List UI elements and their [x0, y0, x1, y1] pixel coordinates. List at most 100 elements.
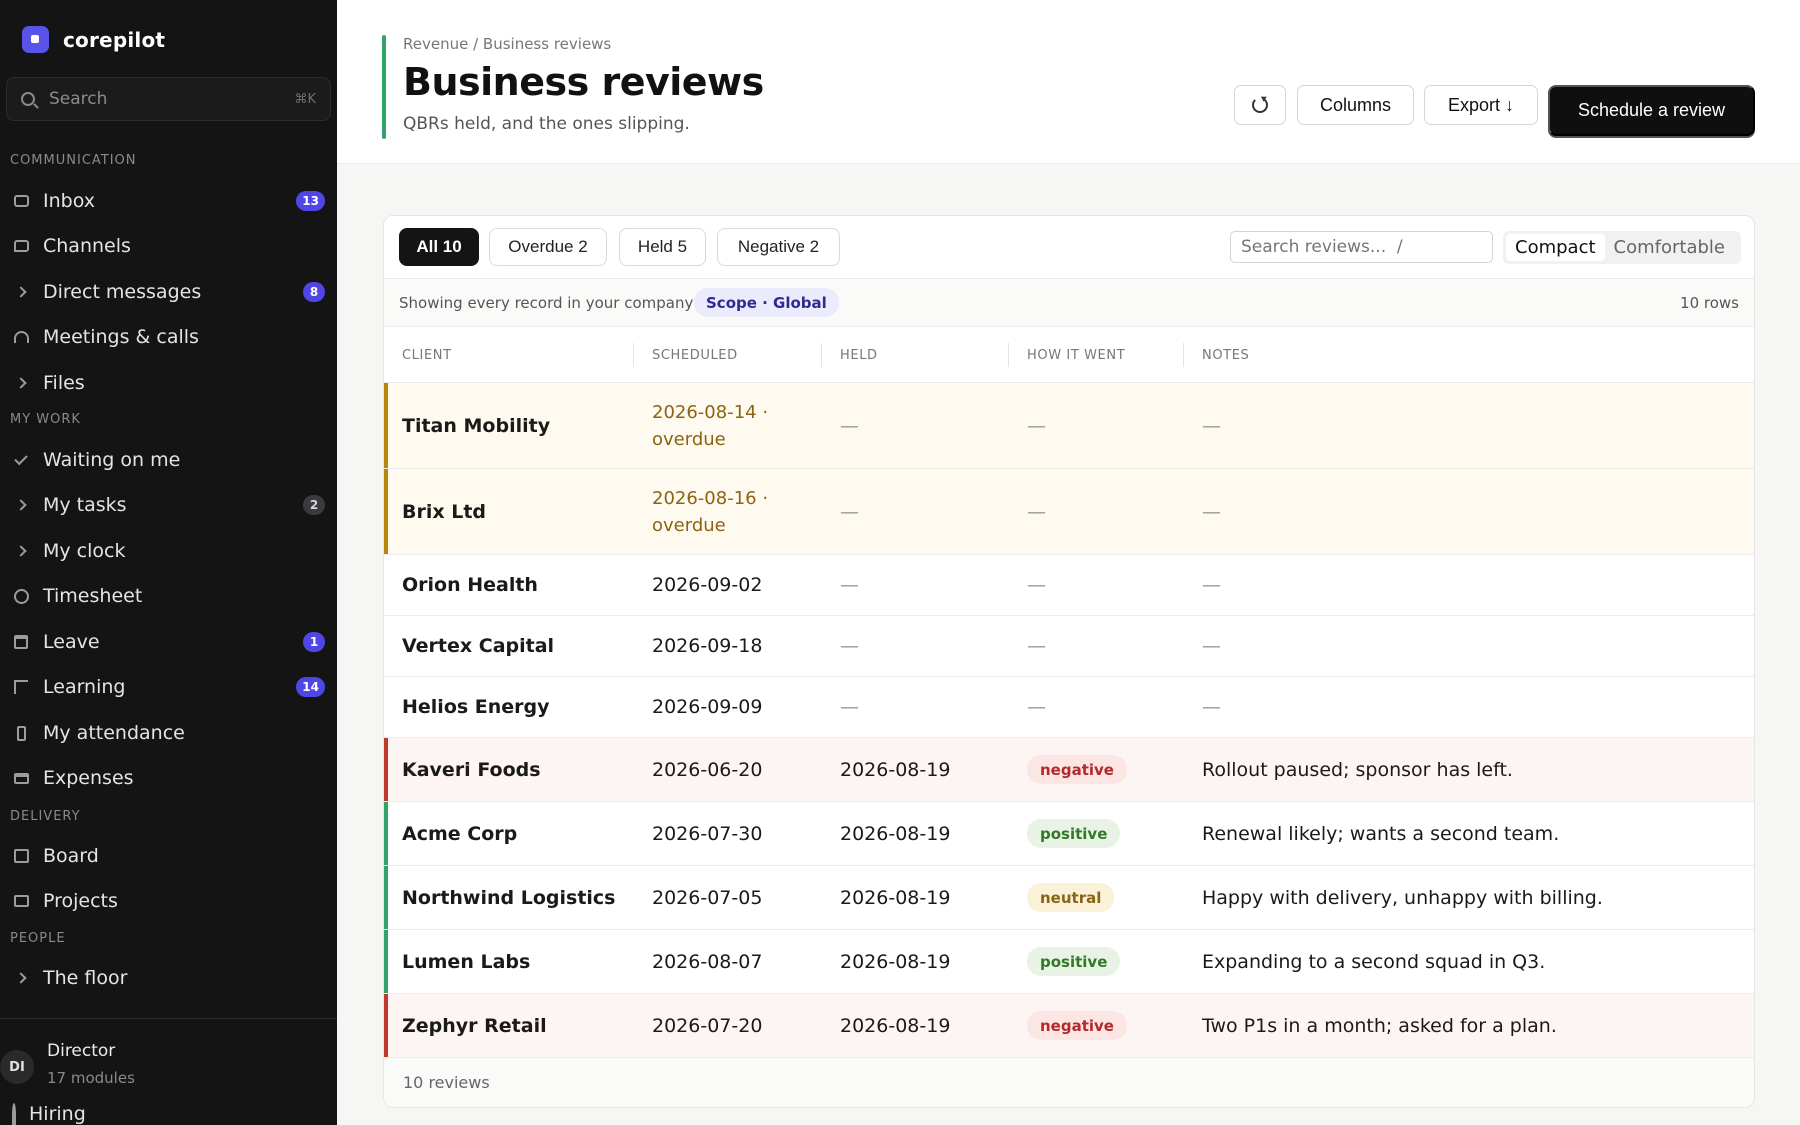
cell-client[interactable]: Orion Health — [402, 555, 538, 615]
chevron-right-icon[interactable] — [12, 542, 30, 560]
sidebar-search[interactable]: Search ⌘K — [6, 77, 331, 121]
cell-client[interactable]: Lumen Labs — [402, 930, 530, 993]
sidebar-item-waiting-on-me[interactable]: Waiting on me — [0, 440, 337, 480]
sidebar-item-direct-messages[interactable]: Direct messages 8 — [0, 272, 337, 312]
cell-held: 2026-08-19 — [840, 950, 951, 973]
user-modules: 17 modules — [47, 1069, 135, 1087]
table-footer: 10 reviews — [384, 1057, 1754, 1107]
breadcrumb[interactable]: Revenue / Business reviews — [403, 35, 611, 53]
table-row[interactable]: Zephyr Retail 2026-07-20 2026-08-19 nega… — [384, 994, 1754, 1058]
sidebar-item-label: Direct messages — [43, 281, 202, 303]
column-divider[interactable] — [633, 343, 634, 367]
sidebar-item-label: Hiring — [29, 1103, 86, 1125]
sidebar-item-my-clock[interactable]: My clock — [0, 531, 337, 571]
unread-badge: 13 — [296, 191, 325, 211]
avatar[interactable]: DI — [0, 1050, 34, 1084]
sidebar-item-learning[interactable]: Learning 14 — [0, 667, 337, 707]
cell-held: 2026-08-19 — [840, 886, 951, 909]
table-row[interactable]: Helios Energy 2026-09-09 — — — — [384, 677, 1754, 738]
check-icon — [12, 451, 30, 469]
sentiment-badge: negative — [1027, 755, 1127, 784]
row-status-accent — [384, 383, 388, 468]
table-row[interactable]: Brix Ltd 2026-08-16 · overdue — — — — [384, 469, 1754, 555]
phone-icon — [12, 724, 30, 742]
density-compact[interactable]: Compact — [1506, 234, 1605, 261]
sidebar-item-board[interactable]: Board — [0, 836, 337, 876]
sentiment-badge: positive — [1027, 819, 1121, 848]
schedule-review-button[interactable]: Schedule a review — [1548, 85, 1755, 136]
calendar-icon — [12, 633, 30, 651]
refresh-button[interactable] — [1234, 85, 1286, 125]
sidebar-item-files[interactable]: Files — [0, 363, 337, 403]
table-row[interactable]: Vertex Capital 2026-09-18 — — — — [384, 616, 1754, 677]
user-icon — [12, 1102, 16, 1125]
row-status-accent — [384, 469, 388, 554]
headset-icon — [12, 328, 30, 346]
table-row[interactable]: Lumen Labs 2026-08-07 2026-08-19 positiv… — [384, 930, 1754, 994]
sidebar-item-meetings-calls[interactable]: Meetings & calls — [0, 317, 337, 357]
scope-row: Showing every record in your company Sco… — [384, 279, 1754, 327]
density-comfortable[interactable]: Comfortable — [1605, 234, 1734, 261]
chevron-right-icon[interactable] — [12, 969, 30, 987]
chevron-right-icon[interactable] — [12, 374, 30, 392]
reviews-search-input[interactable] — [1230, 231, 1493, 263]
sidebar-item-label: Files — [43, 372, 85, 394]
cell-notes: Two P1s in a month; asked for a plan. — [1202, 1014, 1557, 1037]
sidebar-item-projects[interactable]: Projects — [0, 881, 337, 921]
cell-how-it-went: — — [1027, 500, 1046, 523]
table-row[interactable]: Titan Mobility 2026-08-14 · overdue — — … — [384, 383, 1754, 469]
column-header-scheduled[interactable]: SCHEDULED — [652, 327, 738, 383]
column-header-held[interactable]: HELD — [840, 327, 878, 383]
cell-how-it-went: neutral — [1027, 866, 1115, 929]
column-divider[interactable] — [1008, 343, 1009, 367]
filter-negative[interactable]: Negative 2 — [717, 228, 840, 266]
sidebar-item-expenses[interactable]: Expenses — [0, 758, 337, 798]
cell-scheduled: 2026-09-18 — [652, 635, 763, 657]
cell-client[interactable]: Zephyr Retail — [402, 994, 547, 1057]
table-row[interactable]: Northwind Logistics 2026-07-05 2026-08-1… — [384, 866, 1754, 930]
section-my-work: MY WORK — [10, 412, 81, 427]
section-communication: COMMUNICATION — [10, 153, 137, 168]
sidebar-item-my-tasks[interactable]: My tasks 2 — [0, 485, 337, 525]
cell-client[interactable]: Kaveri Foods — [402, 738, 541, 801]
cell-client[interactable]: Northwind Logistics — [402, 866, 616, 929]
column-header-how-it-went[interactable]: HOW IT WENT — [1027, 327, 1125, 383]
cell-client[interactable]: Acme Corp — [402, 802, 517, 865]
table-row[interactable]: Orion Health 2026-09-02 — — — — [384, 555, 1754, 616]
cell-how-it-went: — — [1027, 414, 1046, 437]
scope-chip[interactable]: Scope · Global — [694, 288, 839, 317]
column-divider[interactable] — [1183, 343, 1184, 367]
sidebar-item-channels[interactable]: Channels — [0, 226, 337, 266]
sidebar-item-timesheet[interactable]: Timesheet — [0, 576, 337, 616]
cell-client[interactable]: Titan Mobility — [402, 383, 550, 468]
cell-client[interactable]: Helios Energy — [402, 677, 550, 737]
table-row[interactable]: Acme Corp 2026-07-30 2026-08-19 positive… — [384, 802, 1754, 866]
columns-button[interactable]: Columns — [1297, 85, 1414, 125]
sidebar-item-label: Learning — [43, 676, 126, 698]
export-button[interactable]: Export ↓ — [1424, 85, 1538, 125]
chevron-right-icon[interactable] — [12, 283, 30, 301]
sidebar-item-my-attendance[interactable]: My attendance — [0, 713, 337, 753]
sidebar-item-inbox[interactable]: Inbox 13 — [0, 181, 337, 221]
brand[interactable]: corepilot — [22, 26, 165, 53]
column-header-notes[interactable]: NOTES — [1202, 327, 1249, 383]
page-title: Business reviews — [403, 60, 764, 104]
table-row[interactable]: Kaveri Foods 2026-06-20 2026-08-19 negat… — [384, 738, 1754, 802]
cell-client[interactable]: Vertex Capital — [402, 616, 554, 676]
sidebar-item-hiring[interactable]: Hiring — [12, 1102, 86, 1125]
section-people: PEOPLE — [10, 931, 66, 946]
filter-all[interactable]: All 10 — [399, 228, 479, 266]
sentiment-badge: negative — [1027, 1011, 1127, 1040]
user-role[interactable]: Director — [47, 1041, 115, 1061]
sidebar-item-the-floor[interactable]: The floor — [0, 958, 337, 998]
filter-overdue[interactable]: Overdue 2 — [489, 228, 607, 266]
cell-client[interactable]: Brix Ltd — [402, 469, 486, 554]
chevron-right-icon[interactable] — [12, 496, 30, 514]
column-divider[interactable] — [821, 343, 822, 367]
filter-held[interactable]: Held 5 — [619, 228, 706, 266]
row-status-accent — [384, 994, 388, 1057]
column-header-client[interactable]: CLIENT — [402, 327, 452, 383]
sidebar: corepilot Search ⌘K COMMUNICATION Inbox … — [0, 0, 337, 1125]
row-count: 10 rows — [1680, 294, 1739, 312]
sidebar-item-leave[interactable]: Leave 1 — [0, 622, 337, 662]
